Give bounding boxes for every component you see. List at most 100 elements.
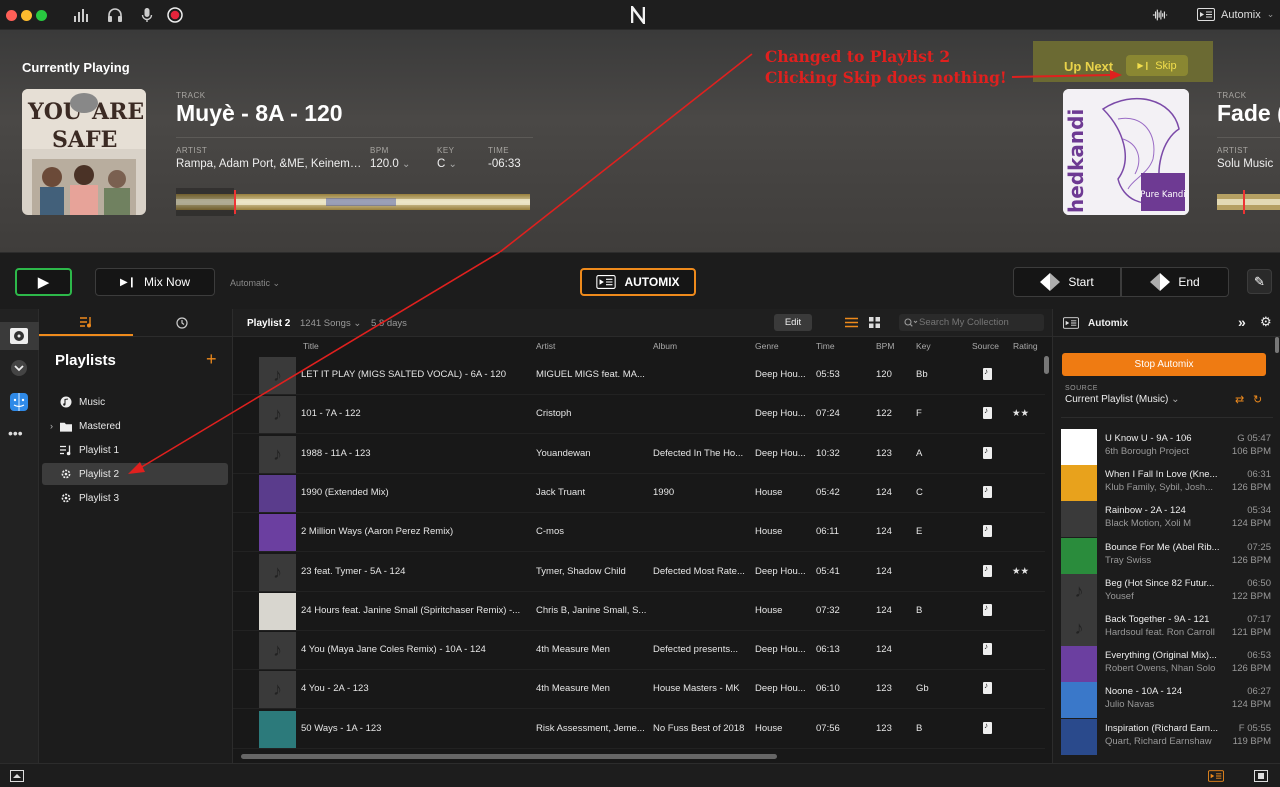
maximize-window-button[interactable] <box>36 10 47 21</box>
record-icon[interactable] <box>167 7 183 23</box>
close-window-button[interactable] <box>6 10 17 21</box>
column-header-bpm[interactable]: BPM <box>876 341 894 351</box>
play-button[interactable]: ▶ <box>15 268 72 296</box>
cell-artist: Tymer, Shadow Child <box>536 565 626 577</box>
cell-album: 1990 <box>653 486 675 498</box>
column-header-rating[interactable]: Rating <box>1013 341 1038 351</box>
cell-title: 24 Hours feat. Janine Small (Spiritchase… <box>301 604 521 616</box>
chevron-down-icon: ⌄ <box>272 278 281 288</box>
sidebar-item-label: Playlist 1 <box>79 444 120 456</box>
cell-bpm: 122 <box>876 408 892 420</box>
queue-item[interactable]: U Know U - 9A - 106 6th Borough Project G … <box>1061 429 1271 465</box>
cell-bpm: 123 <box>876 722 892 734</box>
table-row[interactable]: 2 Million Ways (Aaron Perez Remix) C-mos H… <box>233 513 1045 553</box>
queue-artist: Klub Family, Sybil, Josh... <box>1105 482 1214 494</box>
column-header-genre[interactable]: Genre <box>755 341 779 351</box>
automix-panel-toggle-icon[interactable] <box>1208 770 1224 782</box>
chevron-down-circle-icon[interactable] <box>8 357 30 379</box>
table-row[interactable]: 1990 (Extended Mix) Jack Truant 1990 House 0… <box>233 474 1045 513</box>
search-field[interactable] <box>899 314 1044 331</box>
finder-icon[interactable] <box>8 391 30 413</box>
tab-history[interactable] <box>135 309 229 336</box>
column-header-key[interactable]: Key <box>916 341 931 351</box>
sidebar-toggle-icon[interactable] <box>1254 770 1268 782</box>
list-view-icon[interactable] <box>845 317 858 328</box>
sidebar-item-label: Music <box>79 396 106 408</box>
cell-title: 4 You (Maya Jane Coles Remix) - 10A - 12… <box>301 644 486 656</box>
queue-title: Everything (Original Mix)... <box>1105 650 1217 662</box>
column-header-source[interactable]: Source <box>972 341 999 351</box>
edit-button[interactable]: Edit <box>774 314 812 331</box>
queue-item[interactable]: Everything (Original Mix)... Robert Owens… <box>1061 646 1271 683</box>
sidebar-item-music[interactable]: Music <box>42 391 228 413</box>
sidebar-item-mastered[interactable]: › Mastered <box>42 415 228 437</box>
music-note-icon: ♪ <box>259 632 296 670</box>
library-icon[interactable] <box>8 325 30 347</box>
sidebar-item-playlist-1[interactable]: Playlist 1 <box>42 439 228 461</box>
queue-item[interactable]: Bounce For Me (Abel Rib... Tray Swiss 07:2… <box>1061 537 1271 574</box>
artwork-toggle-icon[interactable] <box>10 770 24 782</box>
source-file-icon: ♪ <box>983 446 992 459</box>
grid-view-icon[interactable] <box>869 317 880 328</box>
vertical-scrollbar[interactable] <box>1044 356 1049 374</box>
minimize-window-button[interactable] <box>21 10 32 21</box>
end-button[interactable]: End <box>1121 267 1229 297</box>
table-row[interactable]: ♪ 23 feat. Tymer - 5A - 124 Tymer, Shadow … <box>233 553 1045 592</box>
queue-item[interactable]: Rainbow - 2A - 124 Black Motion, Xoli M 05… <box>1061 501 1271 538</box>
tab-playlists[interactable] <box>39 309 133 336</box>
horizontal-scrollbar[interactable] <box>241 754 777 759</box>
more-icon[interactable]: ••• <box>8 425 23 441</box>
queue-title: U Know U - 9A - 106 <box>1105 433 1192 444</box>
edit-transition-button[interactable]: ✎ <box>1247 269 1272 294</box>
column-header-time[interactable]: Time <box>816 341 835 351</box>
stop-automix-button[interactable]: Stop Automix <box>1062 353 1266 376</box>
sidebar-item-playlist-3[interactable]: Playlist 3 <box>42 487 228 509</box>
gear-playlist-icon <box>60 468 72 480</box>
queue-item[interactable]: Noone - 10A - 124 Julio Navas 06:27 124 BPM <box>1061 682 1271 719</box>
mixer-icon[interactable] <box>73 7 89 23</box>
sidebar-item-playlist-2[interactable]: Playlist 2 <box>42 463 228 485</box>
source-file-icon: ♪ <box>983 721 992 734</box>
queue-item[interactable]: Inspiration (Richard Earn... Quart, Richa… <box>1061 718 1271 755</box>
start-button[interactable]: Start <box>1013 267 1121 297</box>
pencil-icon: ✎ <box>1254 273 1265 289</box>
search-input[interactable] <box>919 315 1039 330</box>
headphones-icon[interactable] <box>107 7 123 23</box>
table-row[interactable]: ♪ LET IT PLAY (MIGS SALTED VOCAL) - 6A - … <box>233 356 1045 395</box>
song-count-select[interactable]: 1241 Songs ⌄ <box>300 318 361 329</box>
mix-now-button[interactable]: ▶❙ Mix Now <box>95 268 215 296</box>
queue-item[interactable]: ♪ Back Together - 9A - 121 Hardsoul feat. … <box>1061 610 1271 646</box>
microphone-icon[interactable] <box>139 7 155 23</box>
column-header-album[interactable]: Album <box>653 341 677 351</box>
add-playlist-icon[interactable]: + <box>206 349 217 370</box>
queue-item[interactable]: When I Fall In Love (Kne... Klub Family, … <box>1061 465 1271 502</box>
column-header-artist[interactable]: Artist <box>536 341 555 351</box>
table-row[interactable]: ♪ 4 You (Maya Jane Coles Remix) - 10A - 1… <box>233 631 1045 671</box>
table-row[interactable]: ♪ 101 - 7A - 122 Cristoph Deep Hou... 07:24 1… <box>233 395 1045 435</box>
queue-artist: Julio Navas <box>1105 699 1155 711</box>
waveform-icon[interactable] <box>1152 7 1168 23</box>
cell-time: 06:13 <box>816 644 840 656</box>
chevron-right-icon: › <box>50 421 53 431</box>
mix-mode-select[interactable]: Automatic ⌄ <box>230 278 280 289</box>
table-row[interactable]: 50 Ways - 1A - 123 Risk Assessment, Jeme.… <box>233 710 1045 749</box>
queue-scrollbar[interactable] <box>1275 337 1279 353</box>
cell-time: 10:32 <box>816 447 840 459</box>
column-header-title[interactable]: Title <box>303 341 319 351</box>
source-select[interactable]: Current Playlist (Music) ⌄ <box>1065 394 1180 405</box>
queue-time: 05:34 <box>1247 505 1271 517</box>
queue-artist: Quart, Richard Earnshaw <box>1105 735 1212 747</box>
automix-button[interactable]: AUTOMIX <box>580 268 696 296</box>
queue-item[interactable]: ♪ Beg (Hot Since 82 Futur... Yousef 06:50 12… <box>1061 573 1271 610</box>
automix-mode-menu[interactable]: Automix ⌄ <box>1197 8 1274 21</box>
table-row[interactable]: 24 Hours feat. Janine Small (Spiritchase… <box>233 592 1045 631</box>
repeat-icon[interactable]: ↻ <box>1253 393 1262 406</box>
collapse-panel-icon[interactable]: » <box>1238 314 1246 330</box>
sidebar-item-label: Playlist 3 <box>79 492 120 504</box>
table-row[interactable]: ♪ 1988 - 11A - 123 Youandewan Defected In T… <box>233 435 1045 474</box>
gear-icon[interactable]: ⚙ <box>1260 314 1272 330</box>
playlist-icon <box>80 316 91 327</box>
shuffle-icon[interactable]: ⇄ <box>1235 393 1244 406</box>
queue-bpm: 119 BPM <box>1232 735 1271 747</box>
table-row[interactable]: ♪ 4 You - 2A - 123 4th Measure Men House Ma… <box>233 670 1045 710</box>
